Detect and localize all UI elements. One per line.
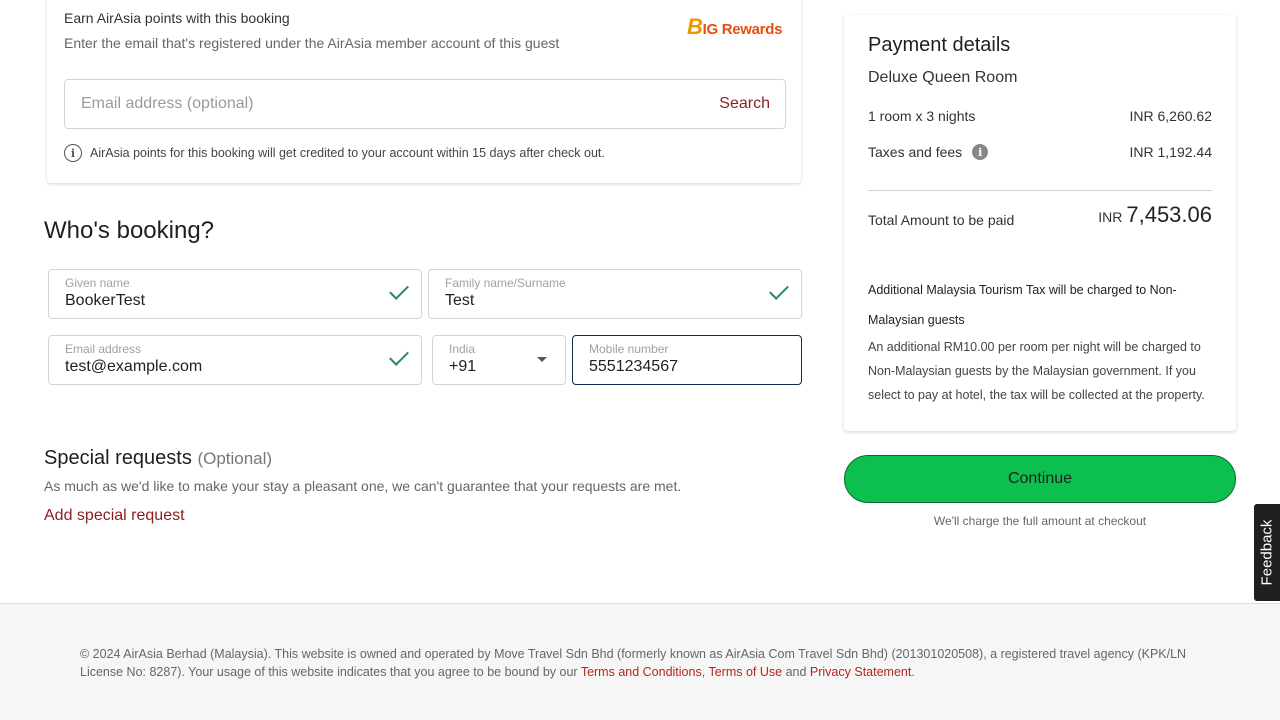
email-field[interactable]: Email address test@example.com [48, 335, 422, 385]
privacy-statement-link[interactable]: Privacy Statement [810, 665, 911, 679]
continue-button[interactable]: Continue [844, 455, 1236, 503]
payment-title: Payment details [868, 34, 1011, 56]
special-requests-subtitle: As much as we'd like to make your stay a… [44, 478, 682, 494]
given-name-field[interactable]: Given name BookerTest [48, 269, 422, 319]
payment-details-card: Payment details Deluxe Queen Room 1 room… [844, 15, 1236, 431]
taxes-row: Taxes and fees i INR 1,192.44 [868, 144, 1212, 160]
total-amount: INR 7,453.06 [1098, 202, 1212, 228]
country-code-select[interactable]: India +91 [432, 335, 566, 385]
chevron-down-icon[interactable] [537, 357, 547, 362]
check-icon [769, 280, 789, 300]
room-nights-row: 1 room x 3 nights INR 6,260.62 [868, 108, 1212, 124]
points-email-input[interactable] [81, 93, 681, 115]
check-icon [389, 280, 409, 300]
room-name: Deluxe Queen Room [868, 69, 1018, 86]
info-icon: i [64, 144, 82, 162]
mobile-label: Mobile number [589, 342, 669, 356]
family-name-value[interactable]: Test [445, 292, 474, 310]
points-title: Earn AirAsia points with this booking [64, 10, 290, 26]
footer: © 2024 AirAsia Berhad (Malaysia). This w… [0, 603, 1280, 720]
tourism-tax-title: Additional Malaysia Tourism Tax will be … [868, 283, 1177, 327]
country-label: India [449, 342, 476, 356]
email-value[interactable]: test@example.com [65, 358, 202, 376]
feedback-label: Feedback [1258, 519, 1276, 586]
terms-of-use-link[interactable]: Terms of Use [708, 665, 782, 679]
whos-booking-title: Who's booking? [44, 217, 215, 244]
mobile-value[interactable]: 5551234567 [589, 358, 678, 376]
given-name-label: Given name [65, 276, 130, 290]
points-subtitle: Enter the email that's registered under … [64, 35, 560, 51]
points-note: i AirAsia points for this booking will g… [64, 144, 605, 162]
given-name-value[interactable]: BookerTest [65, 292, 145, 310]
total-value: 7,453.06 [1126, 202, 1212, 227]
points-email-field[interactable]: Search [64, 79, 786, 129]
tourism-tax-body: An additional RM10.00 per room per night… [868, 340, 1205, 402]
family-name-field[interactable]: Family name/Surname Test [428, 269, 802, 319]
special-requests-title: Special requests (Optional) [44, 447, 272, 470]
room-nights-amount: INR 6,260.62 [1129, 108, 1213, 124]
footer-period: . [911, 665, 915, 679]
check-icon [389, 346, 409, 366]
total-currency: INR [1098, 209, 1123, 225]
charge-note: We'll charge the full amount at checkout [933, 514, 1147, 528]
points-note-text: AirAsia points for this booking will get… [90, 146, 605, 160]
footer-separator: and [782, 665, 810, 679]
special-requests-heading: Special requests [44, 447, 192, 469]
search-button[interactable]: Search [719, 95, 770, 113]
airasia-points-card: Earn AirAsia points with this booking En… [47, 0, 801, 183]
add-special-request-link[interactable]: Add special request [44, 507, 185, 525]
feedback-tab[interactable]: Feedback [1254, 504, 1280, 601]
terms-conditions-link[interactable]: Terms and Conditions [581, 665, 702, 679]
taxes-amount: INR 1,192.44 [1129, 144, 1213, 160]
country-code-value: +91 [449, 358, 477, 375]
total-label: Total Amount to be paid [868, 212, 1015, 228]
room-nights-label: 1 room x 3 nights [868, 108, 976, 124]
divider [868, 190, 1212, 191]
info-icon[interactable]: i [972, 144, 989, 160]
footer-text: © 2024 AirAsia Berhad (Malaysia). This w… [80, 645, 1190, 681]
taxes-label: Taxes and fees [868, 144, 963, 160]
family-name-label: Family name/Surname [445, 276, 566, 290]
optional-label: (Optional) [197, 449, 273, 468]
email-label: Email address [65, 342, 142, 356]
mobile-number-field[interactable]: Mobile number 5551234567 [572, 335, 802, 385]
big-rewards-logo: BIG Rewards [687, 14, 783, 39]
